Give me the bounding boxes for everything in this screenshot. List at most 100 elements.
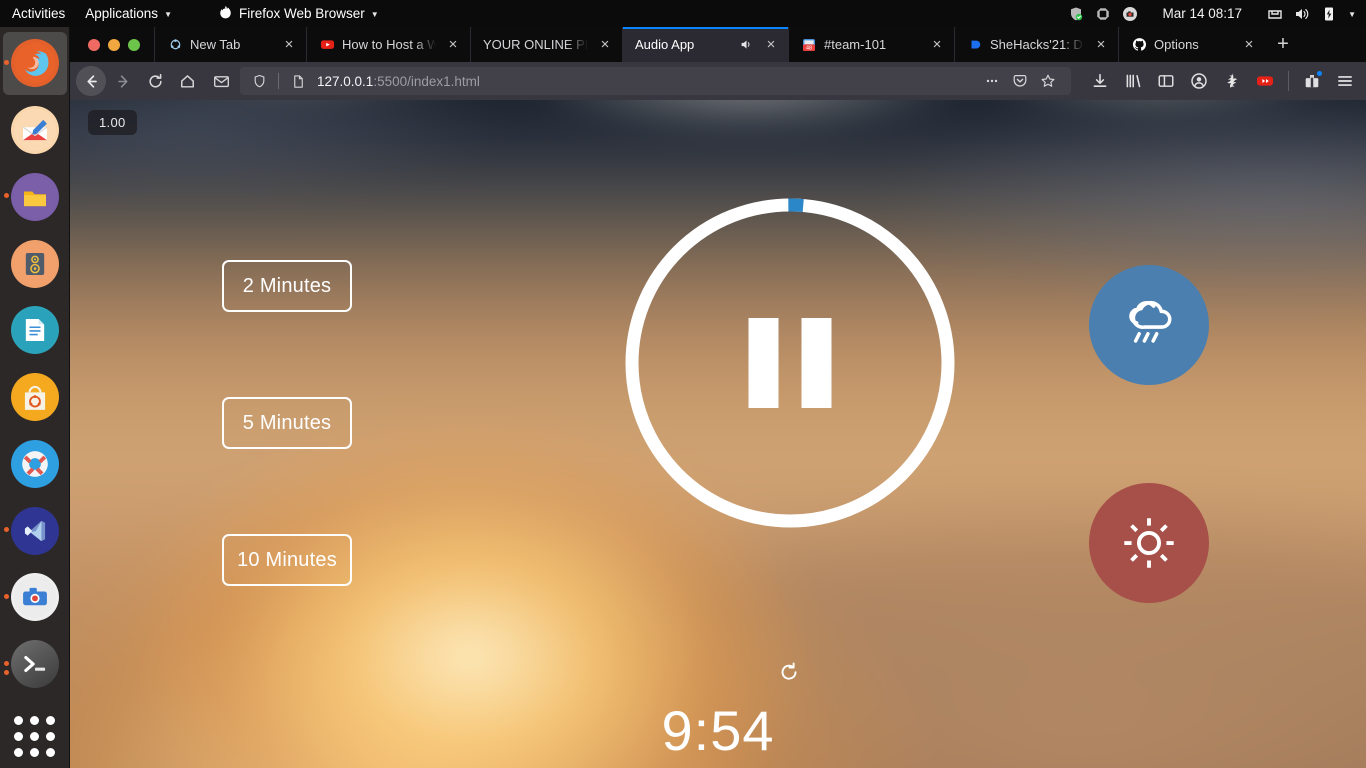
dock-item-terminal[interactable] — [3, 633, 67, 696]
tab-new-tab[interactable]: New Tab × — [154, 27, 306, 62]
system-menu-chevron-icon[interactable]: ▼ — [1348, 10, 1356, 19]
tab-close-icon[interactable]: × — [279, 37, 299, 52]
minimize-window-button[interactable] — [108, 38, 120, 51]
preset-2-minutes[interactable]: 2 Minutes — [222, 260, 352, 312]
volume-badge: 1.00 — [88, 110, 137, 135]
dock-item-files[interactable] — [3, 165, 67, 228]
ubuntu-software-bag-icon — [10, 373, 59, 422]
page-actions-ellipsis-icon[interactable] — [979, 68, 1005, 94]
system-tray: Mar 14 08:17 ▼ — [1068, 6, 1366, 22]
gnome-extension-icon[interactable] — [1217, 66, 1247, 96]
dock-item-thunderbird[interactable] — [3, 99, 67, 162]
navigation-toolbar: 127.0.0.1:5500/index1.html — [70, 62, 1366, 100]
close-window-button[interactable] — [88, 38, 100, 51]
app-menu-label: Firefox Web Browser — [238, 6, 365, 21]
library-icon[interactable] — [1118, 66, 1148, 96]
ubuntu-dock — [0, 27, 70, 768]
back-button[interactable] — [76, 66, 106, 96]
files-folder-icon — [10, 172, 59, 221]
app-menu-icon[interactable] — [1330, 66, 1360, 96]
mail-icon[interactable] — [208, 73, 234, 90]
address-bar-container: 127.0.0.1:5500/index1.html — [204, 67, 1075, 95]
clock[interactable]: Mar 14 08:17 — [1149, 6, 1257, 21]
youtube-downloader-icon[interactable] — [1250, 66, 1280, 96]
show-applications-button[interactable] — [3, 705, 67, 768]
browser-toolbar-icons — [1077, 66, 1360, 96]
running-indicator-dot — [3, 527, 9, 533]
camera-indicator-icon[interactable] — [1122, 6, 1138, 22]
reload-button[interactable] — [140, 66, 170, 96]
address-bar[interactable]: 127.0.0.1:5500/index1.html — [240, 67, 1071, 95]
shield-ok-icon[interactable] — [1068, 6, 1084, 22]
dock-item-writer[interactable] — [3, 299, 67, 362]
running-indicator-dot — [3, 669, 9, 675]
tab-shehacks[interactable]: SheHacks'21: D × — [954, 27, 1118, 62]
tab-close-icon[interactable]: × — [443, 37, 463, 52]
app-menu-firefox[interactable]: Firefox Web Browser ▼ — [208, 0, 389, 27]
activities-button[interactable]: Activities — [0, 0, 75, 27]
time-remaining: 9:54 — [661, 699, 775, 762]
tab-label: #team-101 — [824, 37, 887, 52]
tab-close-icon[interactable]: × — [761, 37, 781, 52]
network-icon[interactable] — [1267, 6, 1283, 22]
tab-label: Audio App — [635, 37, 695, 52]
apps-grid-icon — [14, 716, 55, 758]
chevron-down-icon: ▼ — [370, 10, 379, 19]
pocket-icon[interactable] — [1007, 68, 1033, 94]
volume-icon[interactable] — [1294, 6, 1310, 22]
home-button[interactable] — [172, 66, 202, 96]
tab-how-to-host[interactable]: How to Host a W × — [306, 27, 470, 62]
web-page-content: 1.00 2 Minutes 5 Minutes 10 Minutes 9:54 — [70, 100, 1366, 768]
url-text[interactable]: 127.0.0.1:5500/index1.html — [317, 74, 969, 89]
tab-your-online-pl[interactable]: YOUR ONLINE PL × — [470, 27, 622, 62]
maximize-window-button[interactable] — [128, 38, 140, 51]
tab-strip: New Tab × How to Host a W × YOUR ONLINE … — [70, 27, 1366, 62]
running-indicator-dot — [3, 193, 9, 199]
dock-item-vscode[interactable] — [3, 499, 67, 562]
forward-button[interactable] — [108, 66, 138, 96]
dock-item-firefox[interactable] — [2, 32, 67, 95]
bookmark-star-icon[interactable] — [1035, 68, 1061, 94]
dock-item-rhythmbox[interactable] — [3, 232, 67, 295]
window-controls — [70, 27, 154, 62]
tab-close-icon[interactable]: × — [1091, 37, 1111, 52]
dock-item-ubuntu-software[interactable] — [3, 366, 67, 429]
cpu-icon[interactable] — [1095, 6, 1111, 22]
blue-drop-icon — [967, 37, 983, 53]
play-pause-control[interactable] — [622, 195, 958, 531]
account-icon[interactable] — [1184, 66, 1214, 96]
reset-rotate-icon — [781, 662, 797, 680]
extension-notification-dot — [1316, 70, 1323, 77]
tab-close-icon[interactable]: × — [927, 37, 947, 52]
tab-close-icon[interactable]: × — [1239, 37, 1259, 52]
tracking-protection-shield-icon[interactable] — [246, 68, 272, 94]
downloads-icon[interactable] — [1085, 66, 1115, 96]
thunderbird-mail-icon — [10, 106, 59, 155]
battery-charging-icon[interactable] — [1321, 6, 1337, 22]
sound-mode-summer[interactable] — [1089, 483, 1209, 603]
extensions-icon[interactable] — [1297, 66, 1327, 96]
applications-menu[interactable]: Applications ▼ — [75, 0, 182, 27]
tab-team-101[interactable]: 48 #team-101 × — [788, 27, 954, 62]
tab-label: YOUR ONLINE PL — [483, 37, 588, 52]
tab-audio-app[interactable]: Audio App × — [622, 27, 788, 62]
pause-icon — [748, 318, 832, 408]
tab-mute-icon[interactable] — [738, 38, 754, 51]
reset-button[interactable] — [775, 658, 803, 686]
firefox-icon — [10, 39, 59, 88]
slack-badge-icon: 48 — [801, 37, 817, 53]
preset-10-minutes[interactable]: 10 Minutes — [222, 534, 352, 586]
rain-cloud-icon — [1129, 300, 1172, 343]
new-tab-button[interactable]: + — [1266, 27, 1300, 62]
dock-item-help[interactable] — [3, 432, 67, 495]
github-icon — [1131, 37, 1147, 53]
preset-5-minutes[interactable]: 5 Minutes — [222, 397, 352, 449]
tab-options[interactable]: Options × — [1118, 27, 1266, 62]
address-bar-actions — [975, 67, 1065, 95]
chevron-down-icon: ▼ — [164, 10, 172, 19]
sidebar-icon[interactable] — [1151, 66, 1181, 96]
sound-mode-rain[interactable] — [1089, 265, 1209, 385]
dock-item-cheese-camera[interactable] — [3, 566, 67, 629]
page-document-icon[interactable] — [285, 68, 311, 94]
tab-close-icon[interactable]: × — [595, 37, 615, 52]
